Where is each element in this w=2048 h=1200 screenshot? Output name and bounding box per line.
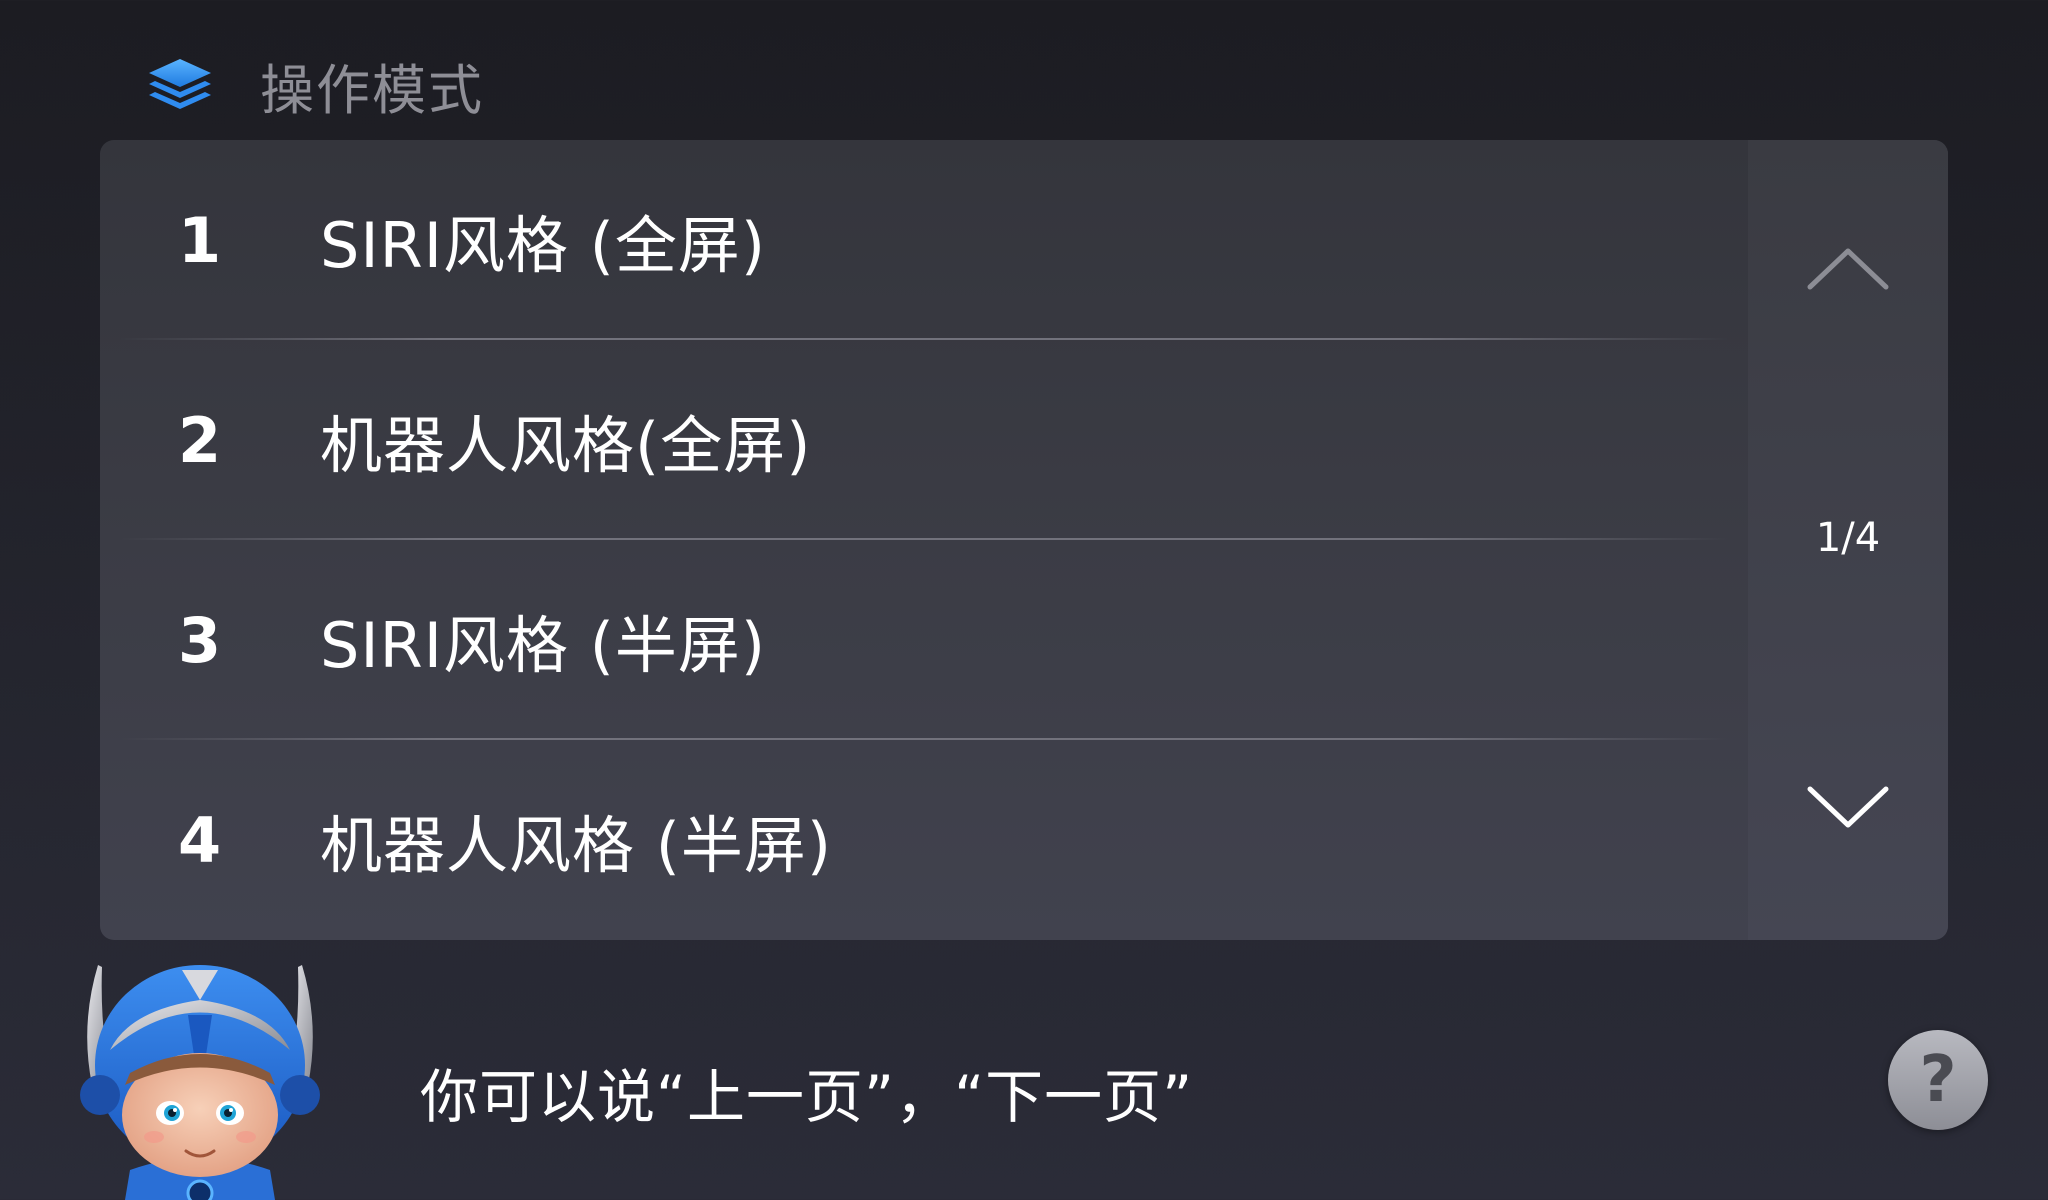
page-up-button[interactable]: [1798, 240, 1898, 300]
mode-list-panel: 1 SIRI风格 (全屏) 2 机器人风格(全屏) 3 SIRI风格 (半屏) …: [100, 140, 1948, 940]
chevron-down-icon: [1806, 785, 1890, 835]
item-label: SIRI风格 (半屏): [320, 609, 767, 682]
list-item-2[interactable]: 2 机器人风格(全屏): [100, 340, 1748, 540]
page-down-button[interactable]: [1798, 780, 1898, 840]
list-item-1[interactable]: 1 SIRI风格 (全屏): [100, 140, 1748, 340]
chevron-up-icon: [1806, 245, 1890, 295]
item-number: 4: [178, 803, 222, 877]
list-item-4[interactable]: 4 机器人风格 (半屏): [100, 740, 1748, 940]
robot-mascot-icon: [70, 955, 330, 1200]
item-label: 机器人风格(全屏): [320, 409, 812, 482]
list-item-3[interactable]: 3 SIRI风格 (半屏): [100, 540, 1748, 740]
page-title: 操作模式: [260, 58, 484, 122]
item-number: 1: [178, 203, 222, 277]
item-label: 机器人风格 (半屏): [320, 809, 833, 882]
item-number: 2: [178, 403, 222, 477]
voice-hint-text: 你可以说“上一页”，“下一页”: [420, 1063, 1194, 1131]
item-label: SIRI风格 (全屏): [320, 209, 767, 282]
help-button[interactable]: ?: [1888, 1030, 1988, 1130]
header: 操作模式: [145, 40, 484, 130]
mode-list: 1 SIRI风格 (全屏) 2 机器人风格(全屏) 3 SIRI风格 (半屏) …: [100, 140, 1748, 940]
page-indicator: 1/4: [1815, 515, 1881, 561]
item-number: 3: [178, 603, 222, 677]
pager: 1/4: [1748, 140, 1948, 940]
help-icon: ?: [1919, 1043, 1957, 1117]
layers-icon: [145, 55, 215, 115]
